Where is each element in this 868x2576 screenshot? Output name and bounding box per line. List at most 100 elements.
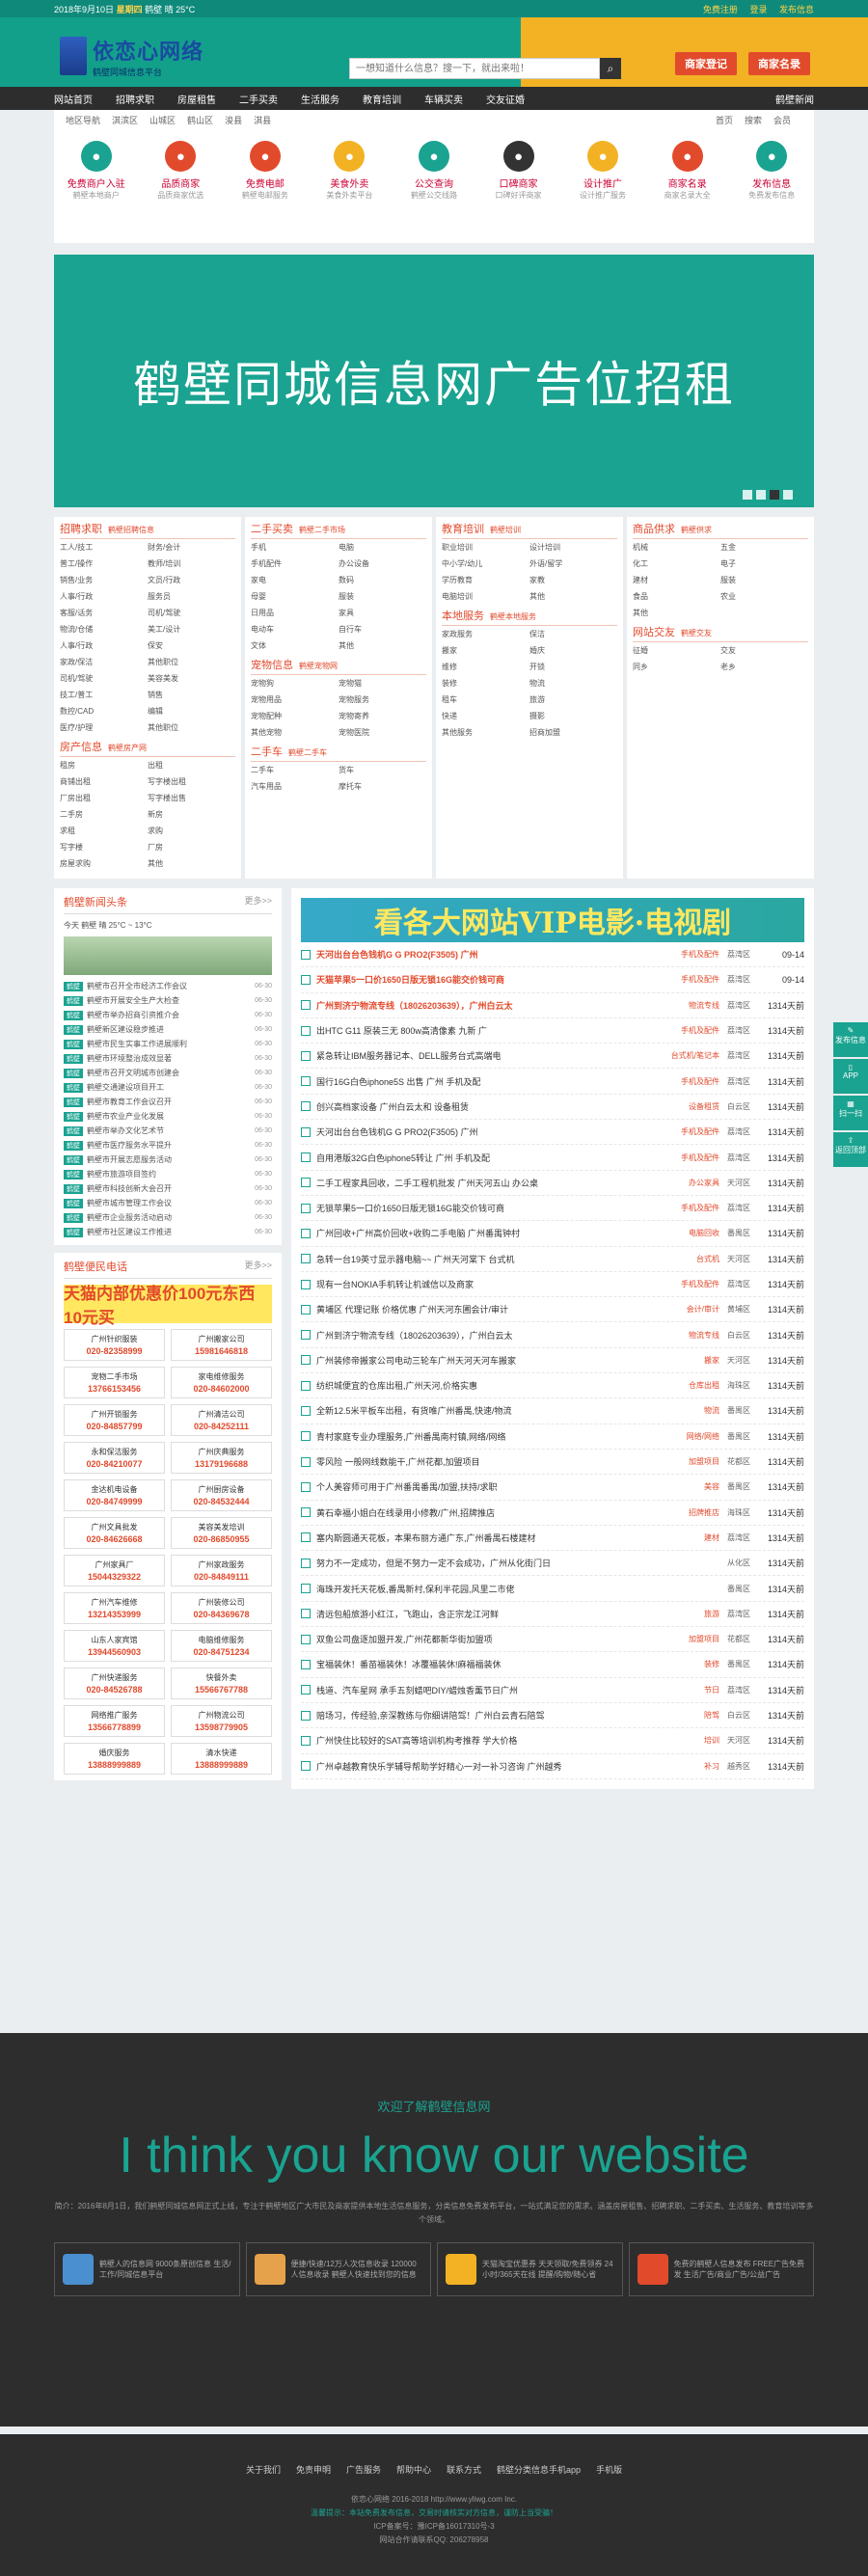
- category-link[interactable]: 客服/话务: [60, 608, 148, 618]
- category-link[interactable]: 出租: [148, 760, 235, 771]
- category-link[interactable]: 维修: [442, 662, 529, 672]
- info-category[interactable]: 台式机/笔记本: [671, 1050, 719, 1061]
- vip-ad[interactable]: 看各大网站VIP电影·电视剧: [301, 898, 804, 942]
- category-heading[interactable]: 二手买卖 鹤壁二手市场: [251, 521, 426, 539]
- news-item[interactable]: 鹤壁 鹤壁市企业服务活动启动 06-30: [64, 1210, 272, 1225]
- category-link[interactable]: 征婚: [633, 645, 720, 656]
- info-item[interactable]: 广州到济宁物流专线（18026203639），广州白云太 物流专线 荔湾区 1314天…: [301, 993, 804, 1018]
- biz-card[interactable]: 广州装修公司 020-84369678: [171, 1592, 272, 1624]
- category-link[interactable]: 美容美发: [148, 673, 235, 684]
- category-heading[interactable]: 二手车 鹤壁二手车: [251, 744, 426, 762]
- info-item[interactable]: 赔场习，传经验,亲深教练与你细讲陪驾！广州白云青石陪驾 陪驾 白云区 1314天前: [301, 1703, 804, 1729]
- category-link[interactable]: 货车: [339, 765, 426, 775]
- category-link[interactable]: 技工/普工: [60, 690, 148, 700]
- info-category[interactable]: 手机及配件: [681, 1279, 719, 1289]
- biz-card[interactable]: 网络推广服务 13566778899: [64, 1705, 165, 1737]
- biz-card[interactable]: 广州家政服务 020-84849111: [171, 1555, 272, 1586]
- info-category[interactable]: 手机及配件: [681, 949, 719, 960]
- category-link[interactable]: 其他职位: [148, 657, 235, 667]
- category-link[interactable]: 销售: [148, 690, 235, 700]
- news-item[interactable]: 鹤壁 鹤壁市医疗服务水平提升 06-30: [64, 1138, 272, 1152]
- category-heading[interactable]: 招聘求职 鹤壁招聘信息: [60, 521, 235, 539]
- info-item[interactable]: 现有一台NOKIA手机转让机诚信以及商家 手机及配件 荔湾区 1314天前: [301, 1272, 804, 1298]
- info-item[interactable]: 海珠开发托天花板,番禺新村,保利半花园,风里二市佬 番禺区 1314天前: [301, 1576, 804, 1602]
- more-link[interactable]: 更多>>: [244, 894, 272, 909]
- qr-side-button[interactable]: ▦ 扫一扫: [833, 1096, 868, 1130]
- category-link[interactable]: 租车: [442, 694, 529, 705]
- info-item[interactable]: 个人美容师可用于广州番禺番禺/加盟,扶持/求职 美容 番禺区 1314天前: [301, 1475, 804, 1501]
- category-link[interactable]: 农业: [720, 591, 808, 602]
- category-link[interactable]: 宠物寄养: [339, 711, 426, 721]
- biz-card[interactable]: 宠物二手市场 13766153456: [64, 1367, 165, 1398]
- info-item[interactable]: 黄石幸福小姐白在线录用小修教/广州,招牌推店 招牌推店 海珠区 1314天前: [301, 1501, 804, 1526]
- category-link[interactable]: 文体: [251, 640, 339, 651]
- category-link[interactable]: 食品: [633, 591, 720, 602]
- biz-card[interactable]: 金达机电设备 020-84749999: [64, 1479, 165, 1511]
- category-link[interactable]: 化工: [633, 558, 720, 569]
- category-link[interactable]: 新房: [148, 809, 235, 820]
- category-link[interactable]: 宠物医院: [339, 727, 426, 738]
- news-item[interactable]: 鹤壁 鹤壁市教育工作会议召开 06-30: [64, 1095, 272, 1109]
- info-item[interactable]: 纺织城便宜的仓库出租,广州天河,价格实惠 仓库出租 海珠区 1314天前: [301, 1373, 804, 1399]
- category-heading[interactable]: 网站交友 鹤壁交友: [633, 624, 808, 642]
- category-link[interactable]: 婚庆: [529, 645, 617, 656]
- biz-card[interactable]: 广州汽车维修 13214353999: [64, 1592, 165, 1624]
- news-item[interactable]: 鹤壁 鹤壁市开展志愿服务活动 06-30: [64, 1152, 272, 1167]
- info-category[interactable]: 物流专线: [689, 1330, 719, 1341]
- category-link[interactable]: 家政/保洁: [60, 657, 148, 667]
- merchant-register-button[interactable]: 商家登记: [675, 52, 737, 75]
- category-link[interactable]: 外语/留学: [529, 558, 617, 569]
- bottom-link[interactable]: 广告服务: [346, 2465, 381, 2475]
- category-link[interactable]: 电子: [720, 558, 808, 569]
- category-link[interactable]: 二手房: [60, 809, 148, 820]
- category-link[interactable]: 房屋求购: [60, 858, 148, 869]
- news-item[interactable]: 鹤壁 鹤壁市举办文化艺术节 06-30: [64, 1124, 272, 1138]
- info-category[interactable]: 手机及配件: [681, 1152, 719, 1163]
- tmall-ad[interactable]: 天猫内部优惠价100元东西10元买: [64, 1285, 272, 1327]
- category-link[interactable]: 五金: [720, 542, 808, 553]
- category-link[interactable]: 其他职位: [148, 722, 235, 733]
- info-item[interactable]: 自用港版32G白色iphone5转让 广州 手机及配 手机及配件 荔湾区 1314天前: [301, 1145, 804, 1171]
- info-item[interactable]: 天河出台台色钱机G G PRO2(F3505) 广州 手机及配件 荔湾区 09-14: [301, 942, 804, 968]
- category-link[interactable]: 交友: [720, 645, 808, 656]
- info-item[interactable]: 广州快住比较好的SAT高等培训机构考推荐 学大价格 培训 天河区 1314天前: [301, 1728, 804, 1754]
- nav-item[interactable]: 车辆买卖: [424, 92, 463, 106]
- info-category[interactable]: 物流专线: [689, 1000, 719, 1011]
- category-link[interactable]: 租房: [60, 760, 148, 771]
- quick-icon[interactable]: ● 设计推广 设计推广服务: [568, 141, 637, 201]
- news-item[interactable]: 鹤壁 鹤壁市旅游项目签约 06-30: [64, 1167, 272, 1181]
- info-category[interactable]: 建材: [704, 1532, 719, 1543]
- category-link[interactable]: 学历教育: [442, 575, 529, 585]
- category-link[interactable]: 写字楼出租: [148, 776, 235, 787]
- nav-item[interactable]: 网站首页: [54, 92, 93, 106]
- category-link[interactable]: 写字楼: [60, 842, 148, 853]
- info-item[interactable]: 广州装修帝搬家公司电动三轮车广州天河天河车搬家 搬家 天河区 1314天前: [301, 1348, 804, 1374]
- login-link[interactable]: 登录: [749, 5, 767, 14]
- category-link[interactable]: 宠物狗: [251, 678, 339, 689]
- category-link[interactable]: 中小学/幼儿: [442, 558, 529, 569]
- info-item[interactable]: 塞内斯圆通天花板，本果布丽方通广东,广州番禺石楼建材 建材 荔湾区 1314天前: [301, 1526, 804, 1552]
- category-link[interactable]: 其他: [148, 858, 235, 869]
- info-item[interactable]: 天河出台台色钱机G G PRO2(F3505) 广州 手机及配件 荔湾区 1314天前: [301, 1120, 804, 1146]
- nav-item[interactable]: 二手买卖: [239, 92, 278, 106]
- category-link[interactable]: 家教: [529, 575, 617, 585]
- bottom-link[interactable]: 关于我们: [246, 2465, 281, 2475]
- category-link[interactable]: 宠物用品: [251, 694, 339, 705]
- region-link[interactable]: 山城区: [149, 114, 176, 126]
- quick-icon[interactable]: ● 品质商家 品质商家优选: [146, 141, 215, 201]
- category-link[interactable]: 同乡: [633, 662, 720, 672]
- category-link[interactable]: 保洁: [529, 629, 617, 639]
- biz-card[interactable]: 广州开锁服务 020-84857799: [64, 1404, 165, 1436]
- info-item[interactable]: 广州到济宁物流专线（18026203639），广州白云太 物流专线 白云区 1314天…: [301, 1322, 804, 1348]
- news-item[interactable]: 鹤壁 鹤壁新区建设稳步推进 06-30: [64, 1022, 272, 1037]
- category-link[interactable]: 财务/会计: [148, 542, 235, 553]
- category-link[interactable]: 二手车: [251, 765, 339, 775]
- info-category[interactable]: 手机及配件: [681, 1126, 719, 1137]
- nav-item[interactable]: 生活服务: [301, 92, 339, 106]
- info-category[interactable]: 物流: [704, 1405, 719, 1416]
- news-item[interactable]: 鹤壁 鹤壁市社区建设工作推进 06-30: [64, 1225, 272, 1239]
- biz-card[interactable]: 广州搬家公司 15981646818: [171, 1329, 272, 1361]
- category-link[interactable]: 办公设备: [339, 558, 426, 569]
- quick-icon[interactable]: ● 免费商户入驻 鹤壁本地商户: [62, 141, 131, 201]
- info-item[interactable]: 黄埔区 代理记账 价格优惠 广州天河东圃会计/审计 会计/审计 黄埔区 1314天前: [301, 1297, 804, 1323]
